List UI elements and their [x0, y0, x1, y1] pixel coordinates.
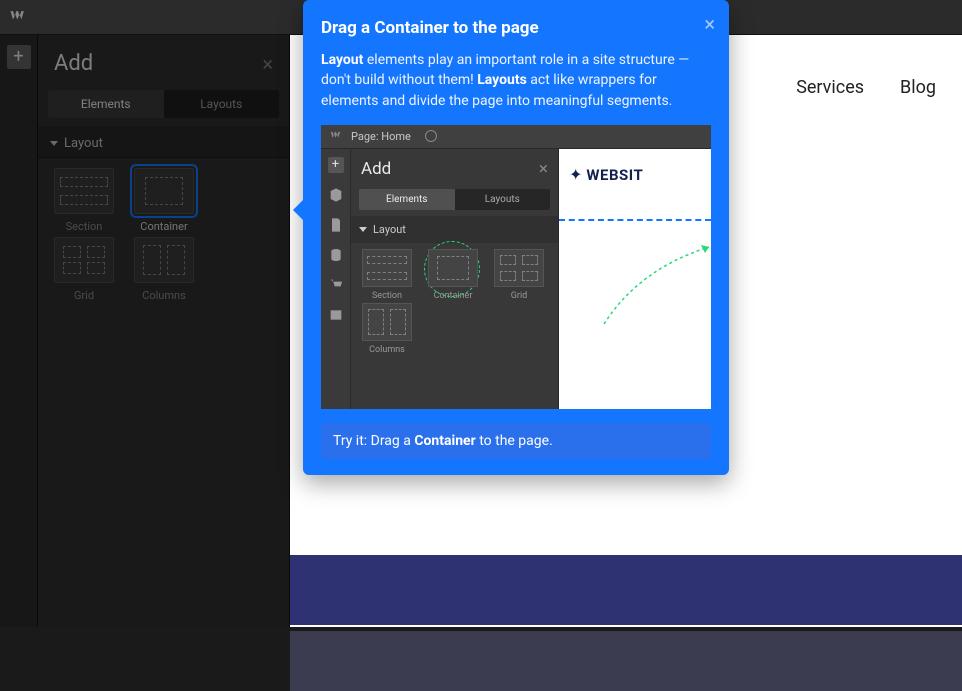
layout-elements-grid: Section Container Grid — [38, 158, 289, 312]
add-panel-tabs: Elements Layouts — [48, 90, 279, 118]
element-section-label: Section — [66, 220, 103, 233]
element-grid[interactable]: Grid — [46, 237, 122, 302]
tutorial-body: Layout elements play an important role i… — [321, 50, 711, 111]
canvas-hero-section[interactable] — [290, 555, 962, 625]
tutorial-popover: × Drag a Container to the page Layout el… — [303, 0, 729, 475]
mini-database-icon — [328, 247, 344, 263]
tutorial-title: Drag a Container to the page — [321, 18, 711, 38]
mini-preview-toggle-icon — [425, 130, 437, 142]
try-bold: Container — [414, 433, 475, 449]
tutorial-body-bold-1: Layout — [321, 52, 363, 68]
add-panel-title: Add — [54, 51, 93, 76]
element-section[interactable]: Section — [46, 168, 122, 233]
mini-close-icon: × — [539, 159, 548, 179]
mini-item-section: Section — [355, 249, 419, 301]
mini-item-grid: Grid — [487, 249, 551, 301]
mini-drag-arrow-icon — [599, 239, 711, 329]
grid-thumb-icon — [54, 237, 114, 283]
tutorial-body-bold-2: Layouts — [477, 72, 527, 88]
add-panel-close-button[interactable]: × — [262, 52, 273, 76]
mini-drop-indicator — [559, 219, 711, 221]
mini-star-icon: ✦ — [569, 165, 582, 184]
mini-plus-icon: + — [328, 157, 344, 173]
webflow-logo-icon — [8, 7, 28, 27]
tab-layouts[interactable]: Layouts — [164, 90, 280, 118]
mini-webflow-logo-icon — [329, 129, 343, 143]
tutorial-preview-image: Page: Home + Add × Elements Layouts — [321, 125, 711, 409]
section-thumb-icon — [54, 168, 114, 214]
mini-section-label: Layout — [373, 223, 406, 236]
mini-tab-elements: Elements — [359, 189, 455, 210]
mini-tab-layouts: Layouts — [455, 189, 551, 210]
add-element-button[interactable]: + — [7, 45, 31, 69]
mini-canvas: ✦WEBSIT — [559, 149, 711, 409]
element-container-label: Container — [140, 220, 187, 233]
section-layout-label: Layout — [64, 136, 103, 151]
mini-cart-icon — [328, 277, 344, 293]
mini-canvas-headline: ✦WEBSIT — [569, 165, 701, 184]
mini-left-toolbar: + — [321, 149, 351, 409]
tutorial-try-callout: Try it: Drag a Container to the page. — [321, 423, 711, 459]
nav-link-blog[interactable]: Blog — [900, 77, 936, 98]
container-thumb-icon — [134, 168, 194, 214]
tutorial-close-button[interactable]: × — [704, 12, 715, 36]
element-columns[interactable]: Columns — [126, 237, 202, 302]
mini-image-icon — [328, 307, 344, 323]
mini-cube-icon — [328, 187, 344, 203]
mini-item-container: Container — [421, 249, 485, 301]
add-panel: Add × Elements Layouts Layout Section — [38, 35, 290, 627]
element-container[interactable]: Container — [126, 168, 202, 233]
mini-add-title: Add — [361, 159, 391, 179]
columns-thumb-icon — [134, 237, 194, 283]
element-columns-label: Columns — [142, 289, 186, 302]
canvas-hero-section-2[interactable] — [290, 631, 962, 691]
mini-caret-icon — [359, 227, 367, 232]
try-suffix: to the page. — [476, 433, 553, 449]
tab-elements[interactable]: Elements — [48, 90, 164, 118]
section-layout-header[interactable]: Layout — [38, 126, 289, 158]
left-tool-column: + — [0, 35, 38, 627]
mini-page-label: Page: Home — [351, 130, 411, 143]
mini-page-icon — [328, 217, 344, 233]
mini-item-columns: Columns — [355, 303, 419, 355]
nav-link-services[interactable]: Services — [796, 77, 864, 98]
try-prefix: Try it: Drag a — [333, 433, 414, 449]
element-grid-label: Grid — [74, 289, 94, 302]
caret-down-icon — [50, 141, 58, 146]
mini-add-panel: Add × Elements Layouts Layout Section — [351, 149, 559, 409]
